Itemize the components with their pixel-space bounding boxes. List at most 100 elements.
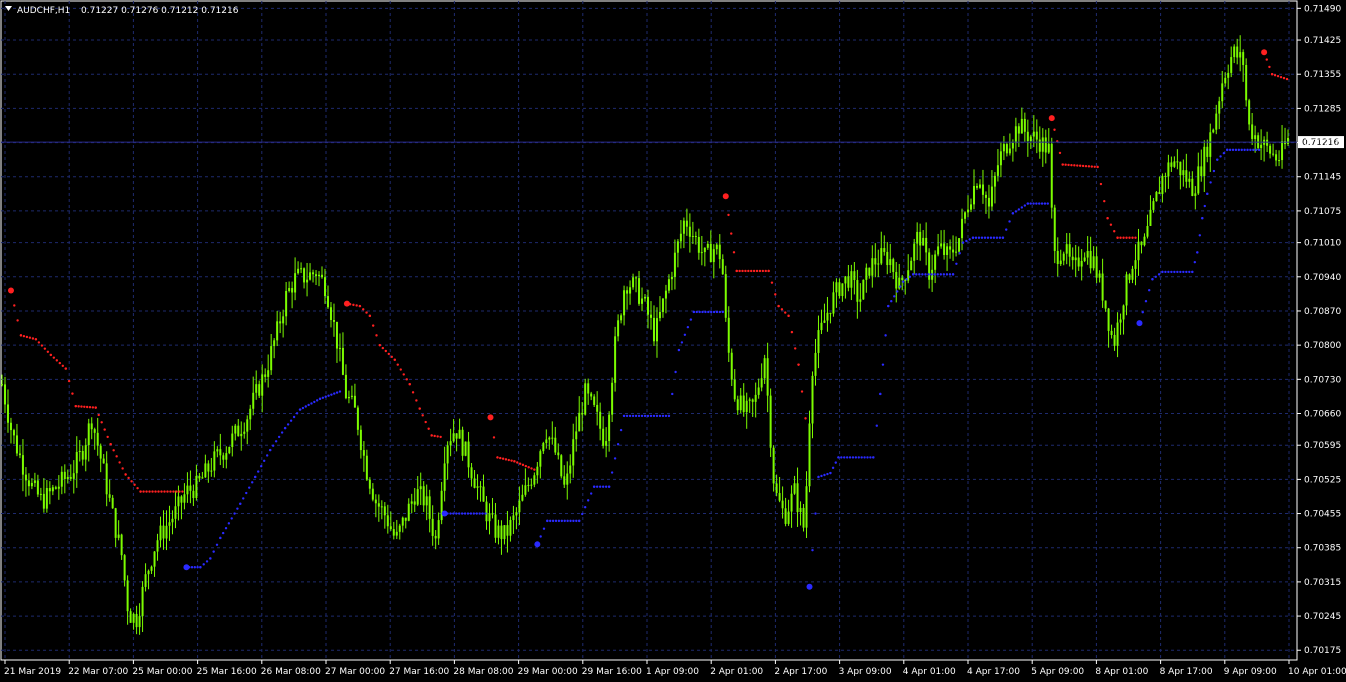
- sar-dot: [902, 280, 905, 283]
- candle-body: [416, 489, 419, 505]
- candle-body: [1182, 170, 1185, 176]
- candle-body: [1119, 319, 1122, 323]
- candle-body: [1137, 241, 1140, 261]
- candle-body: [1215, 113, 1218, 130]
- candle-body: [18, 453, 21, 456]
- sar-dot: [823, 473, 826, 477]
- candle-body: [66, 477, 69, 479]
- candle-body: [590, 393, 593, 397]
- candle-body: [703, 247, 706, 253]
- sar-dot: [1228, 148, 1232, 152]
- candle-body: [177, 496, 180, 507]
- candle-body: [398, 525, 401, 532]
- candle-body: [150, 566, 153, 571]
- sar-dot: [683, 333, 687, 336]
- y-tick-label: 0.70800: [1304, 341, 1341, 351]
- sar-dot: [866, 456, 869, 459]
- candle-body: [42, 493, 45, 509]
- candle-body: [919, 231, 922, 246]
- sar-dot: [554, 519, 558, 523]
- candle-body: [105, 463, 108, 495]
- candle-body: [186, 485, 189, 495]
- candle-body: [90, 423, 93, 430]
- sar-dot: [1128, 236, 1131, 239]
- candle-body: [30, 482, 33, 487]
- sar-dot: [166, 490, 169, 493]
- candle-body: [781, 500, 784, 509]
- candle-body: [1227, 72, 1230, 78]
- candle-body: [1239, 52, 1242, 58]
- candle-body: [569, 465, 572, 474]
- candle-body: [335, 321, 338, 349]
- sar-dot: [704, 310, 707, 314]
- candle-body: [213, 451, 216, 471]
- candle-body: [485, 501, 488, 522]
- sar-dot: [527, 466, 530, 469]
- sar-dot: [1246, 148, 1249, 152]
- sar-dot: [628, 414, 632, 418]
- sar-dot: [245, 491, 248, 495]
- candle-body: [955, 251, 958, 253]
- candle-body: [39, 493, 42, 495]
- candle-body: [581, 412, 584, 415]
- sar-dot: [209, 557, 212, 560]
- sar-dot: [259, 465, 263, 468]
- candle-body: [990, 186, 993, 207]
- sar-dot: [1046, 202, 1049, 205]
- sar-dot: [1014, 210, 1018, 213]
- candle-body: [949, 246, 952, 250]
- candle-body: [682, 220, 685, 234]
- sar-dot: [1164, 270, 1167, 274]
- x-tick-label: 4 Apr 17:00: [967, 667, 1020, 677]
- sar-dot: [524, 464, 528, 468]
- candle-body: [216, 449, 219, 452]
- y-tick-label: 0.71425: [1304, 36, 1341, 46]
- candle-body: [575, 431, 578, 440]
- sar-dot: [31, 337, 35, 340]
- candle-body: [602, 428, 605, 446]
- candle-body: [1176, 161, 1179, 163]
- sar-start-dot: [7, 287, 14, 294]
- sar-dot: [1076, 164, 1079, 167]
- candle-body: [1083, 257, 1086, 261]
- candle-body: [814, 352, 817, 376]
- y-tick-label: 0.71355: [1304, 70, 1341, 80]
- sar-dot: [310, 402, 313, 405]
- candle-body: [742, 395, 745, 413]
- sar-start-dot: [1261, 49, 1268, 56]
- candle-body: [329, 307, 332, 321]
- candle-body: [1020, 118, 1023, 134]
- candle-body: [975, 185, 978, 188]
- candle-body: [195, 475, 198, 499]
- candle-body: [709, 243, 712, 263]
- sar-dot: [157, 490, 160, 493]
- sar-dot: [721, 310, 724, 314]
- candle-body: [165, 525, 168, 539]
- candle-body: [841, 283, 844, 296]
- sar-dot: [578, 519, 581, 523]
- candle-body: [829, 312, 832, 314]
- sar-dot: [1237, 148, 1241, 152]
- sar-start-dot: [806, 583, 813, 590]
- sar-dot: [1154, 275, 1157, 279]
- sar-dot: [251, 481, 254, 484]
- x-tick-label: 26 Mar 08:00: [261, 667, 321, 677]
- candle-body: [1248, 100, 1251, 125]
- candle-body: [132, 613, 135, 623]
- sar-dot: [1058, 151, 1062, 155]
- sar-dot: [1023, 204, 1027, 207]
- sar-dot: [631, 414, 635, 418]
- sar-dot: [1285, 77, 1289, 81]
- candle-body: [1116, 322, 1119, 346]
- sar-dot: [566, 519, 569, 523]
- candle-body: [910, 260, 913, 271]
- sar-dot: [613, 457, 617, 460]
- sar-dot: [829, 471, 832, 475]
- candle-body: [315, 274, 318, 277]
- y-tick-label: 0.71215: [1304, 139, 1341, 149]
- candle-body: [1278, 160, 1281, 162]
- sar-dot: [233, 512, 236, 515]
- sar-dot: [460, 512, 464, 515]
- sar-dot: [727, 213, 730, 217]
- x-tick-label: 28 Mar 08:00: [453, 667, 513, 677]
